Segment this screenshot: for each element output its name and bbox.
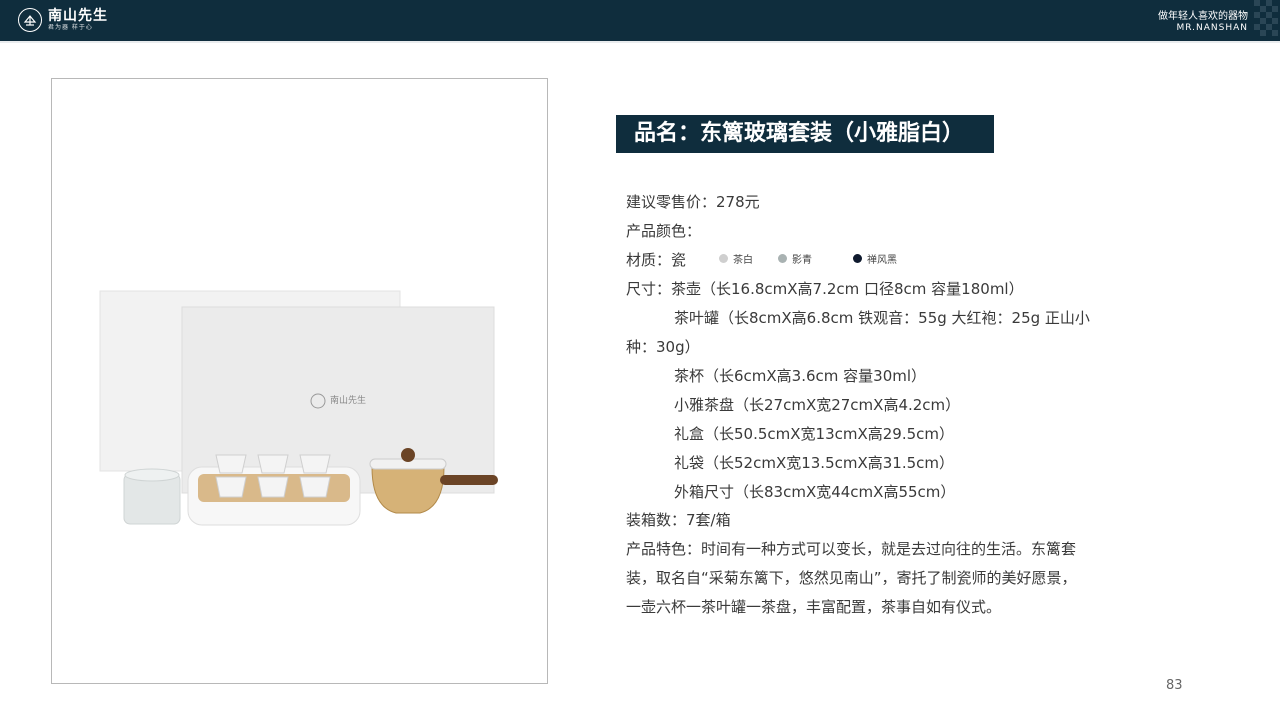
slogan-cn: 做年轻人喜欢的器物 xyxy=(1158,11,1248,22)
swatch-dot-icon xyxy=(778,254,787,263)
product-image-frame: 南山先生 xyxy=(51,78,548,684)
swatch-label: 影青 xyxy=(792,255,812,266)
size-tray-line: 小雅茶盘（长27cmX宽27cmX高4.2cm） xyxy=(674,396,961,414)
logo-name: 南山先生 xyxy=(48,8,108,24)
material-line: 材质：瓷 xyxy=(626,251,687,269)
size-giftbag-line: 礼袋（长52cmX宽13.5cmX高31.5cm） xyxy=(674,454,955,472)
slogan: 做年轻人喜欢的器物 MR.NANSHAN xyxy=(1158,11,1248,33)
feature-line-3: 一壶六杯一茶叶罐一茶盘，丰富配置，茶事自如有仪式。 xyxy=(626,598,1002,616)
size-teapot-line: 尺寸：茶壶（长16.8cmX高7.2cm 口径8cm 容量180ml） xyxy=(626,280,1024,298)
swatch-celadon[interactable]: 影青 xyxy=(778,251,812,266)
box-logo: 南山先生 xyxy=(330,394,366,406)
brand-logo[interactable]: 南山先生 君为器 样于心 xyxy=(18,8,108,32)
header-bar: 南山先生 君为器 样于心 做年轻人喜欢的器物 MR.NANSHAN xyxy=(0,0,1280,41)
size-cup-line: 茶杯（长6cmX高3.6cm 容量30ml） xyxy=(674,367,927,385)
logo-tagline: 君为器 样于心 xyxy=(48,24,93,31)
swatch-zen-black[interactable]: 禅风黑 xyxy=(853,251,897,266)
color-line: 产品颜色： xyxy=(626,222,702,240)
page-number: 83 xyxy=(1166,678,1183,693)
product-title: 品名：东篱玻璃套装（小雅脂白） xyxy=(634,121,965,146)
size-canister-line: 茶叶罐（长8cmX高6.8cm 铁观音：55g 大红袍：25g 正山小 xyxy=(674,309,1090,327)
swatch-label: 茶白 xyxy=(733,255,753,266)
size-giftbox-line: 礼盒（长50.5cmX宽13cmX高29.5cm） xyxy=(674,425,955,443)
checker-pattern-icon xyxy=(1254,0,1278,36)
header-divider xyxy=(0,41,1280,43)
feature-line-2: 装，取名自“采菊东篱下，悠然见南山”，寄托了制瓷师的美好愿景， xyxy=(626,569,1077,587)
swatch-tea-white[interactable]: 茶白 xyxy=(719,251,753,266)
packing-count-line: 装箱数：7套/箱 xyxy=(626,511,731,529)
slogan-en: MR.NANSHAN xyxy=(1176,23,1248,33)
feature-line-1: 产品特色：时间有一种方式可以变长，就是去过向往的生活。东篱套 xyxy=(626,540,1077,558)
logo-emblem-icon xyxy=(18,8,42,32)
size-canister-line-cont: 种：30g） xyxy=(626,338,700,356)
price-line: 建议零售价：278元 xyxy=(626,193,760,211)
product-title-box: 品名：东篱玻璃套装（小雅脂白） xyxy=(616,115,994,153)
swatch-dot-icon xyxy=(853,254,862,263)
swatch-label: 禅风黑 xyxy=(867,255,897,266)
swatch-dot-icon xyxy=(719,254,728,263)
product-photo: 南山先生 xyxy=(99,290,498,526)
size-carton-line: 外箱尺寸（长83cmX宽44cmX高55cm） xyxy=(674,483,956,501)
